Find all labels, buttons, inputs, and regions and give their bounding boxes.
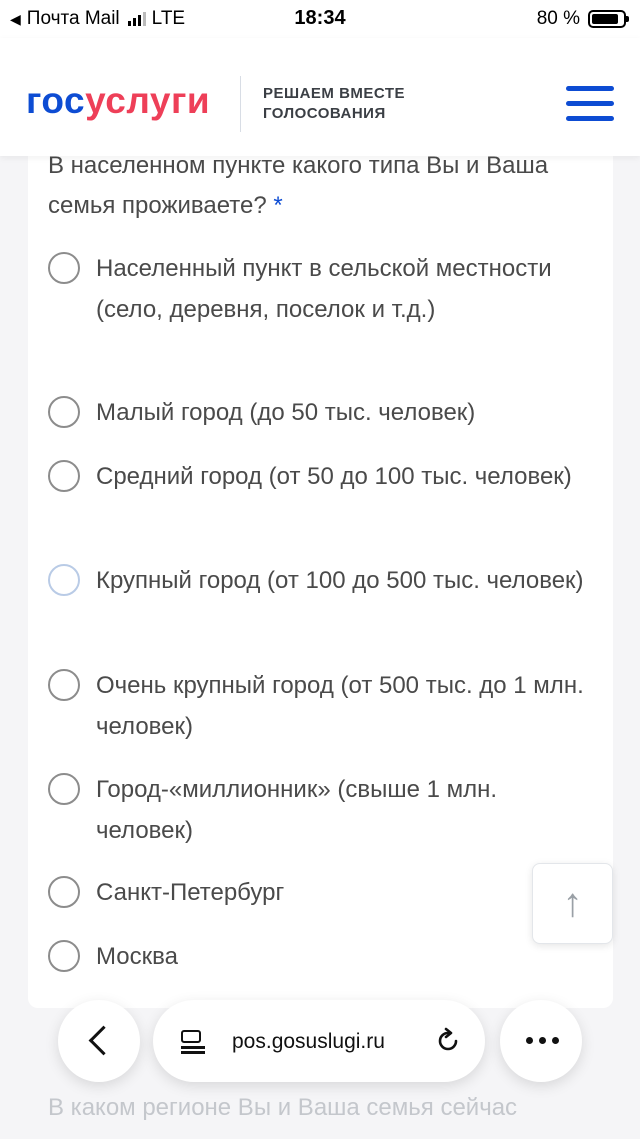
tagline-line-2: ГОЛОСОВАНИЯ <box>263 105 386 122</box>
browser-toolbar: pos.gosuslugi.ru <box>0 995 640 1085</box>
battery-percent: 80 % <box>536 8 580 29</box>
radio-button[interactable] <box>48 252 80 284</box>
required-mark: * <box>273 192 283 219</box>
arrow-up-icon[interactable]: ↑ <box>532 863 613 944</box>
question-title: В населенном пункте какого типа Вы и Ваш… <box>48 146 588 226</box>
more-icon <box>526 1037 559 1044</box>
radio-button[interactable] <box>48 396 80 428</box>
radio-button[interactable] <box>48 564 80 596</box>
radio-button[interactable] <box>48 669 80 701</box>
option-label[interactable]: Очень крупный город (от 500 тыс. до 1 мл… <box>96 665 596 747</box>
status-right: 80 % <box>536 8 629 30</box>
gosuslugi-logo[interactable]: госуслуги <box>26 80 210 122</box>
site-header: госуслуги РЕШАЕМ ВМЕСТЕ ГОЛОСОВАНИЯ <box>0 38 640 156</box>
browser-back-button[interactable] <box>58 1000 140 1082</box>
reload-icon[interactable] <box>433 1026 463 1056</box>
question-text: В населенном пункте какого типа Вы и Ваш… <box>48 152 549 219</box>
radio-button[interactable] <box>48 876 80 908</box>
logo-part-uslugi: услуги <box>85 80 211 121</box>
next-question-title: В каком регионе Вы и Ваша семья сейчас <box>48 1094 518 1121</box>
option-label[interactable]: Город-«миллионник» (свыше 1 млн. человек… <box>96 769 596 851</box>
radio-button[interactable] <box>48 940 80 972</box>
option-label[interactable]: Малый город (до 50 тыс. человек) <box>96 392 596 433</box>
option-label[interactable]: Средний город (от 50 до 100 тыс. человек… <box>96 456 596 497</box>
question-card: В населенном пункте какого типа Вы и Ваш… <box>28 120 613 1008</box>
status-bar: ◀ Почта Mail LTE 18:34 80 % <box>0 0 640 38</box>
option-label[interactable]: Москва <box>96 936 596 977</box>
chevron-left-icon <box>88 1025 119 1056</box>
address-bar[interactable]: pos.gosuslugi.ru <box>153 1000 485 1082</box>
logo-part-gos: гос <box>26 80 86 121</box>
option-label[interactable]: Населенный пункт в сельской местности (с… <box>96 248 596 330</box>
battery-icon <box>588 10 629 28</box>
radio-button[interactable] <box>48 773 80 805</box>
url-text[interactable]: pos.gosuslugi.ru <box>232 1030 385 1054</box>
tagline-line-1: РЕШАЕМ ВМЕСТЕ <box>263 85 406 102</box>
hamburger-icon[interactable] <box>566 86 614 122</box>
radio-button[interactable] <box>48 460 80 492</box>
header-divider <box>240 76 241 132</box>
page-icon[interactable] <box>181 1030 207 1054</box>
option-label[interactable]: Санкт-Петербург <box>96 872 596 913</box>
more-button[interactable] <box>500 1000 582 1082</box>
option-label[interactable]: Крупный город (от 100 до 500 тыс. челове… <box>96 560 596 601</box>
header-tagline: РЕШАЕМ ВМЕСТЕ ГОЛОСОВАНИЯ <box>263 84 405 124</box>
